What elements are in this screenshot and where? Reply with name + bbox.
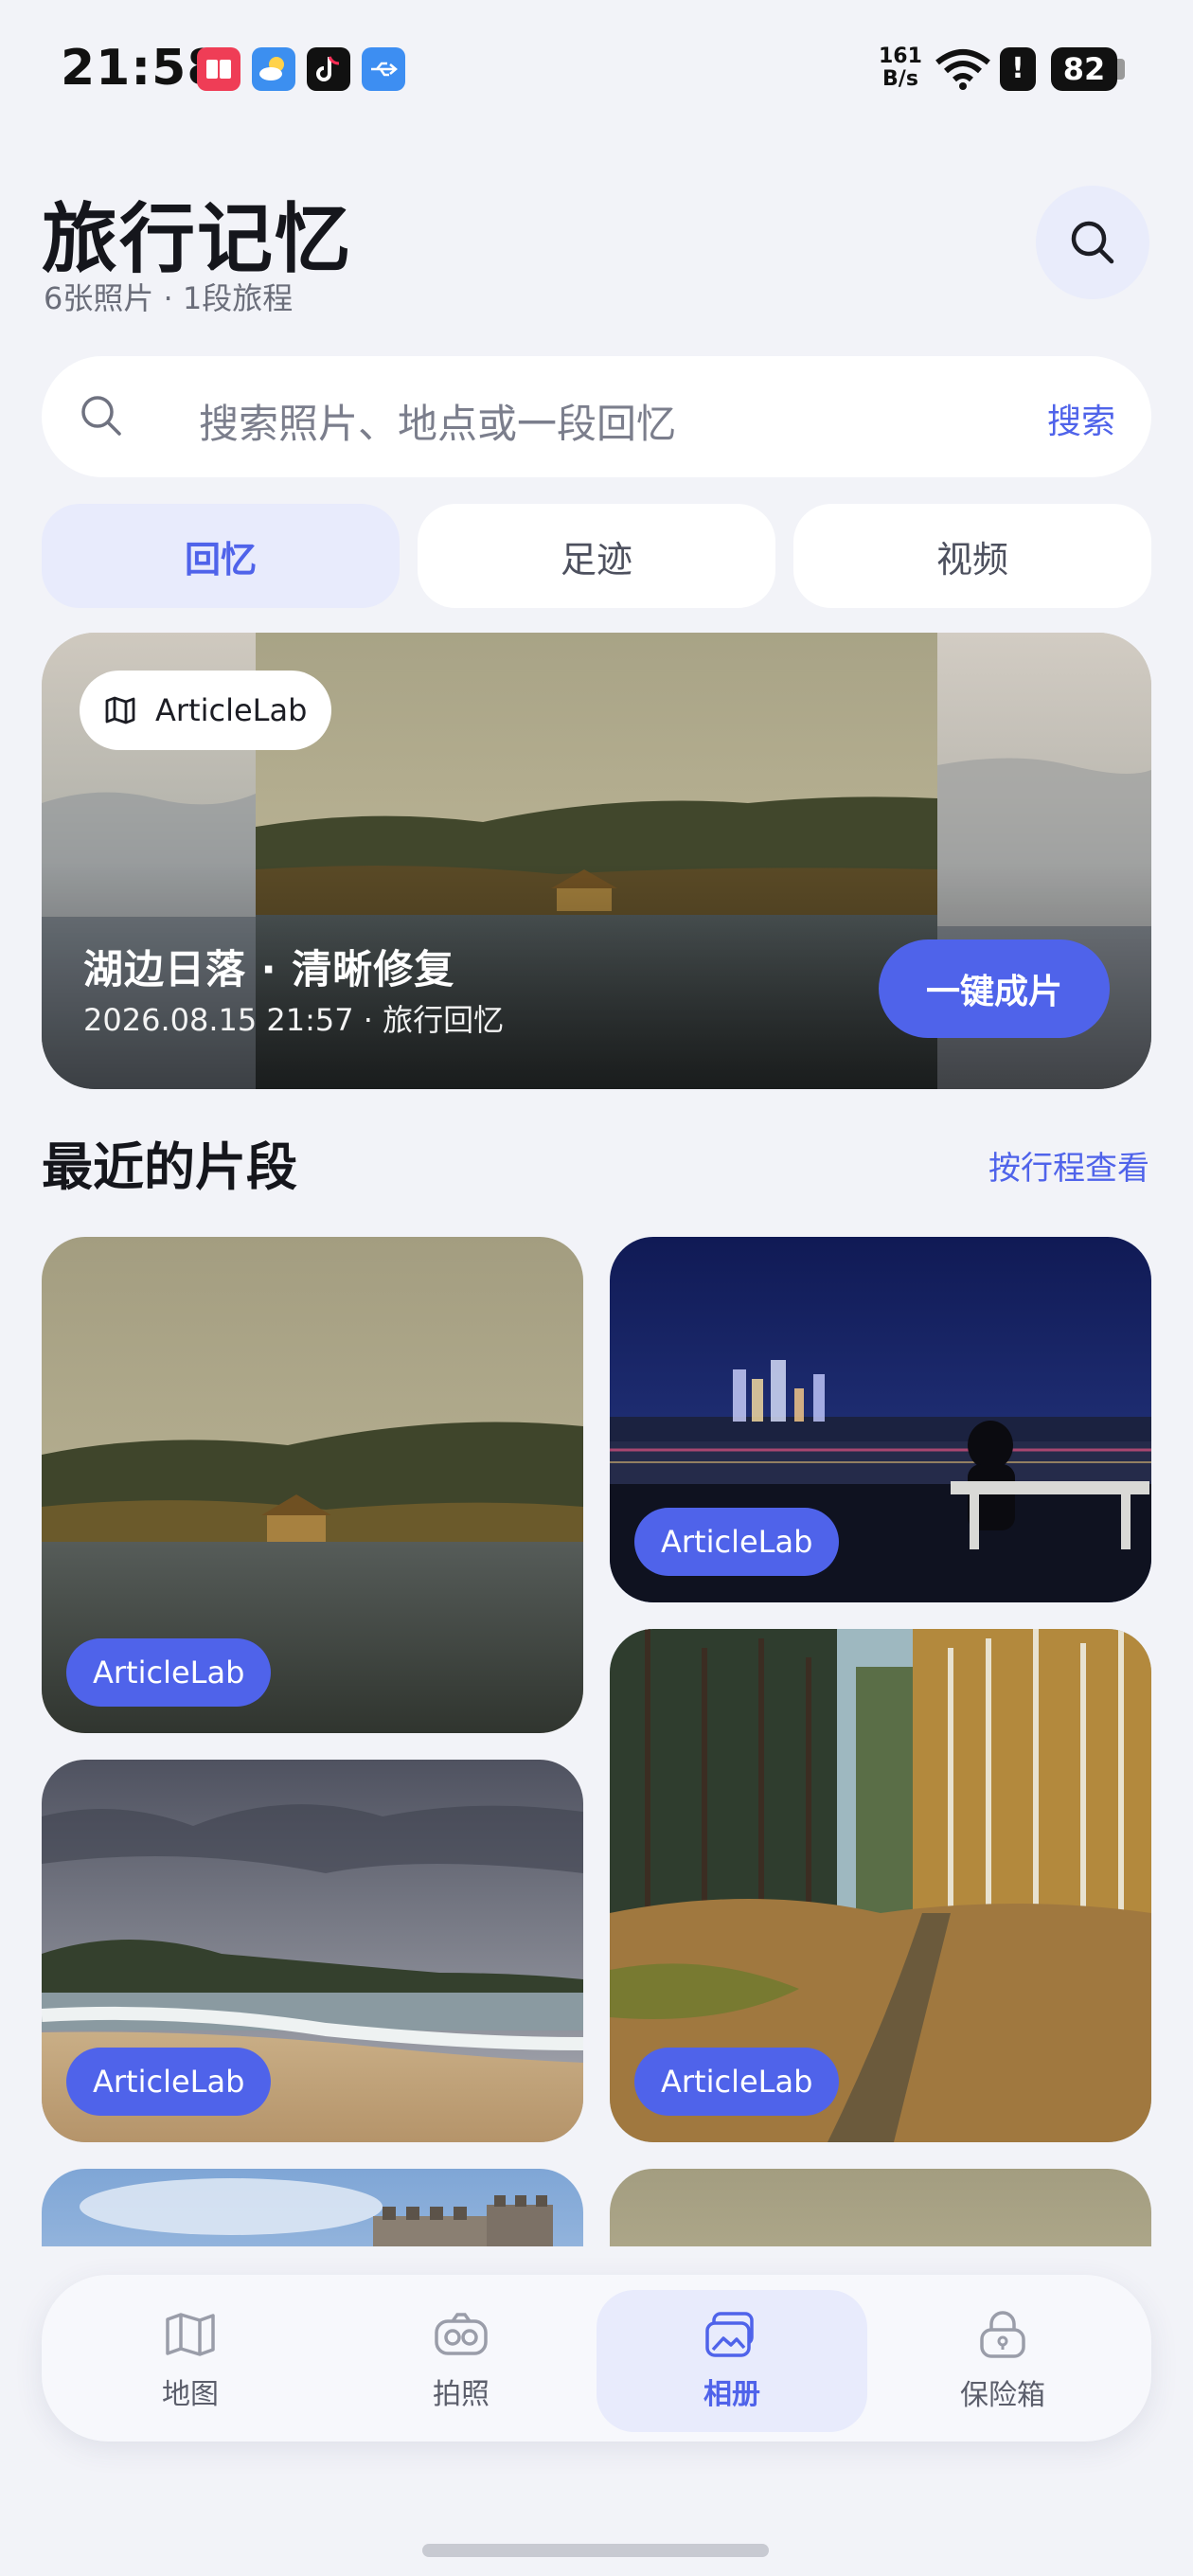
create-movie-button[interactable]: 一键成片 [879, 939, 1110, 1038]
recent-grid: ArticleLab ArticleLab ArticleLab Article… [0, 1222, 1193, 2246]
nav-label: 保险箱 [960, 2379, 1045, 2412]
tab-memories[interactable]: 回忆 [42, 504, 400, 608]
page-title: 旅行记忆 [42, 195, 352, 283]
search-bar[interactable]: 搜索照片、地点或一段回忆 搜索 [42, 356, 1151, 477]
nav-camera[interactable]: 拍照 [326, 2290, 596, 2432]
nav-label: 拍照 [433, 2378, 490, 2411]
nav-vault[interactable]: 保险箱 [867, 2290, 1138, 2432]
featured-title: 湖边日落 · 清晰修复 [83, 946, 455, 993]
alert-icon: ! [1000, 47, 1036, 91]
header-search-button[interactable] [1036, 186, 1149, 299]
view-by-trip-link[interactable]: 按行程查看 [988, 1142, 1149, 1189]
weather-app-icon [252, 47, 295, 91]
photo-tile-label: ArticleLab [634, 2048, 840, 2116]
search-icon [1071, 221, 1114, 264]
photo-tile[interactable]: ArticleLab [42, 1237, 583, 1733]
wifi-icon [935, 47, 990, 95]
album-icon [705, 2312, 754, 2357]
page-subtitle: 6张照片 · 1段旅程 [44, 280, 294, 316]
photo-tile[interactable] [610, 2169, 1151, 2246]
map-icon [105, 696, 135, 724]
nav-map[interactable]: 地图 [55, 2290, 326, 2432]
featured-chip-label: ArticleLab [155, 692, 308, 728]
map-icon [166, 2313, 215, 2356]
search-input[interactable]: 搜索照片、地点或一段回忆 [199, 392, 676, 450]
search-button[interactable]: 搜索 [1047, 394, 1115, 443]
photo-great-wall [42, 2169, 583, 2246]
battery-level: 82 [1051, 47, 1117, 91]
photo-tile-label: ArticleLab [634, 1508, 840, 1576]
battery-tip [1117, 59, 1125, 80]
featured-memory-card[interactable]: ArticleLab 湖边日落 · 清晰修复 2026.08.15 21:57 … [42, 633, 1151, 1089]
photo-tile[interactable]: ArticleLab [610, 1237, 1151, 1602]
photo-tile[interactable] [42, 2169, 583, 2246]
search-icon [81, 396, 121, 436]
tiktok-app-icon [307, 47, 350, 91]
nav-album[interactable]: 相册 [596, 2290, 867, 2432]
nav-label: 相册 [703, 2378, 760, 2411]
featured-location-chip[interactable]: ArticleLab [80, 671, 331, 750]
home-indicator[interactable] [422, 2544, 769, 2557]
network-speed-value: 161 [879, 45, 922, 68]
photo-tile[interactable]: ArticleLab [42, 1760, 583, 2142]
tab-footprints[interactable]: 足迹 [418, 504, 775, 608]
network-speed-unit: B/s [882, 67, 918, 91]
network-speed: 161 B/s [879, 45, 922, 91]
photo-lake-sunset [610, 2169, 1151, 2246]
nav-label: 地图 [162, 2378, 219, 2411]
camera-icon [435, 2313, 488, 2355]
photo-tile[interactable]: ArticleLab [610, 1629, 1151, 2142]
photo-tile-label: ArticleLab [66, 2048, 272, 2116]
vault-icon [980, 2311, 1025, 2358]
bottom-nav: 地图 拍照 相册 保险箱 [42, 2275, 1151, 2442]
usb-icon [362, 47, 405, 91]
status-bar: 21:58 161 B/s ! 82 [0, 0, 1193, 142]
section-title: 最近的片段 [42, 1137, 297, 1197]
photo-tile-label: ArticleLab [66, 1638, 272, 1707]
tab-videos[interactable]: 视频 [793, 504, 1151, 608]
featured-meta: 2026.08.15 21:57 · 旅行回忆 [83, 1002, 505, 1038]
reading-app-icon [197, 47, 240, 91]
